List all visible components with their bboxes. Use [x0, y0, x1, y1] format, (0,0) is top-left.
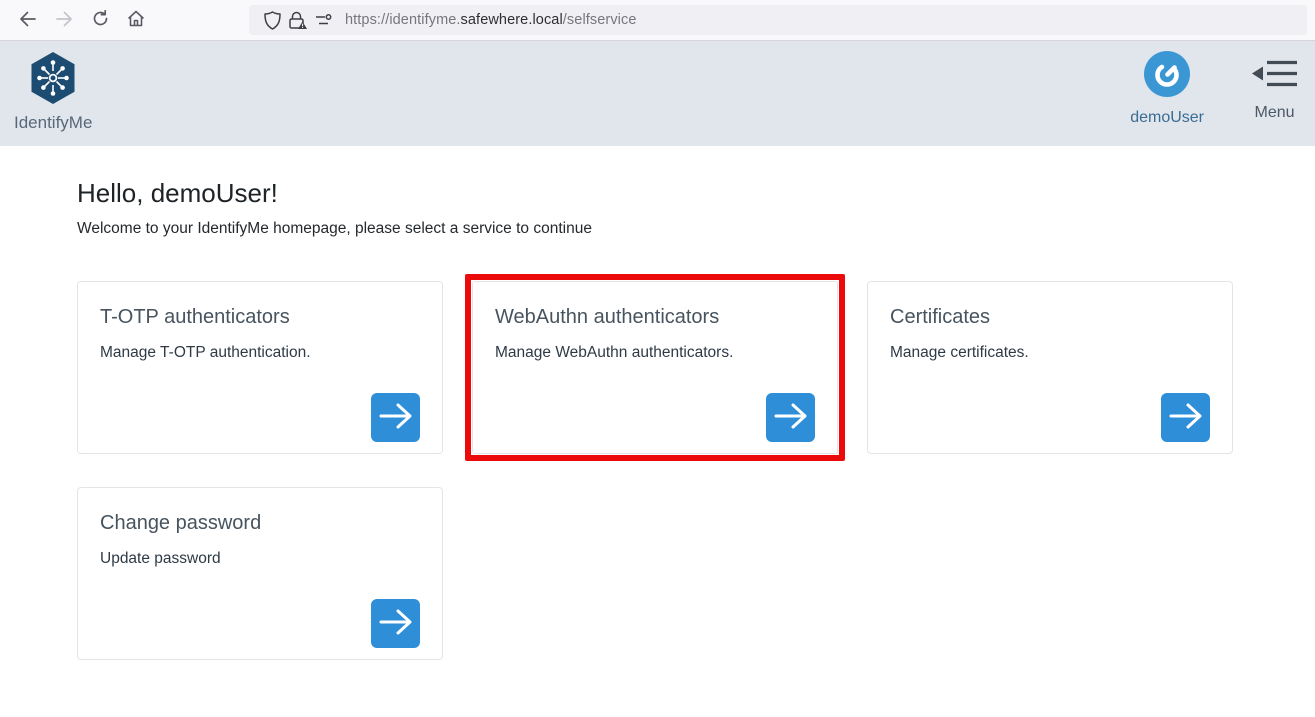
arrow-right-icon [379, 400, 413, 435]
app-header: IdentifyMe demoUser [0, 41, 1315, 146]
url-bar[interactable]: https://identifyme.safewhere.local/selfs… [249, 5, 1307, 35]
arrow-right-icon [379, 606, 413, 641]
page-subtitle: Welcome to your IdentifyMe homepage, ple… [77, 220, 1238, 238]
header-actions: demoUser Menu [1130, 51, 1297, 127]
forward-icon [55, 11, 73, 30]
back-button[interactable] [13, 5, 43, 35]
card-description: Manage T-OTP authentication. [100, 344, 420, 362]
page-title: Hello, demoUser! [77, 178, 1238, 209]
menu-collapse-icon [1252, 51, 1297, 97]
url-prefix: https://identifyme. [345, 12, 461, 28]
home-icon [127, 10, 145, 30]
selfservice-page: Hello, demoUser! Welcome to your Identif… [0, 146, 1315, 660]
totp-go-button[interactable] [371, 393, 420, 442]
annotation-highlight-box: WebAuthn authenticators Manage WebAuthn … [465, 274, 845, 461]
card-title: T-OTP authenticators [100, 306, 420, 329]
forward-button[interactable] [49, 5, 79, 35]
card-title: Certificates [890, 306, 1210, 329]
card-description: Manage certificates. [890, 344, 1210, 362]
user-menu-button[interactable]: demoUser [1130, 51, 1204, 127]
card-description: Update password [100, 550, 420, 568]
arrow-right-icon [1169, 400, 1203, 435]
home-button[interactable] [121, 5, 151, 35]
reload-icon [92, 10, 109, 30]
card-webauthn-authenticators[interactable]: WebAuthn authenticators Manage WebAuthn … [472, 281, 838, 454]
url-domain: safewhere.local [461, 12, 563, 28]
card-certificates[interactable]: Certificates Manage certificates. [867, 281, 1233, 454]
change-password-go-button[interactable] [371, 599, 420, 648]
brand-label: IdentifyMe [14, 113, 92, 133]
identifyme-logo-icon [28, 51, 78, 110]
url-path: /selfservice [563, 12, 637, 28]
user-label: demoUser [1130, 109, 1204, 127]
url-text: https://identifyme.safewhere.local/selfs… [345, 12, 637, 28]
card-change-password[interactable]: Change password Update password [77, 487, 443, 660]
card-description: Manage WebAuthn authenticators. [495, 344, 815, 362]
webauthn-go-button[interactable] [766, 393, 815, 442]
lock-warning-icon[interactable] [285, 7, 311, 33]
browser-toolbar: https://identifyme.safewhere.local/selfs… [0, 0, 1315, 41]
card-title: WebAuthn authenticators [495, 306, 815, 329]
certificates-go-button[interactable] [1161, 393, 1210, 442]
card-totp-authenticators[interactable]: T-OTP authenticators Manage T-OTP authen… [77, 281, 443, 454]
arrow-right-icon [774, 400, 808, 435]
power-user-icon [1144, 51, 1190, 102]
menu-button[interactable]: Menu [1252, 51, 1297, 127]
reload-button[interactable] [85, 5, 115, 35]
menu-label: Menu [1254, 104, 1294, 122]
back-icon [19, 11, 37, 30]
tracking-protection-shield-icon[interactable] [259, 7, 285, 33]
service-cards: T-OTP authenticators Manage T-OTP authen… [77, 281, 1239, 660]
card-title: Change password [100, 512, 420, 535]
permissions-icon[interactable] [311, 7, 337, 33]
brand-logo-block[interactable]: IdentifyMe [14, 51, 92, 133]
